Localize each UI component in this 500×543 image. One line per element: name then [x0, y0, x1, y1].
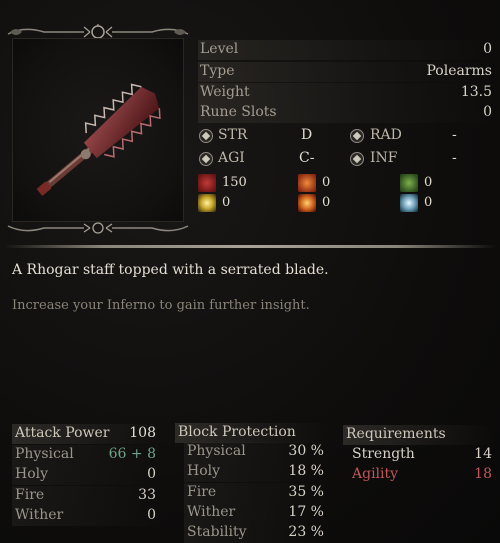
burn-value: 0 — [322, 175, 331, 190]
item-description: A Rhogar staff topped with a serrated bl… — [12, 262, 329, 278]
lightning-icon — [198, 194, 216, 212]
frost-value: 0 — [424, 195, 433, 210]
poison-icon — [400, 174, 418, 192]
attack-physical-plus: + — [130, 446, 143, 462]
requirement-row-strength: Strength 14 — [349, 445, 498, 465]
block-value: 30 % — [288, 443, 324, 459]
attack-power-header: Attack Power 108 — [12, 424, 162, 444]
attack-value: 0 — [147, 507, 156, 523]
attack-label: Physical — [15, 446, 74, 462]
scaling-rad-label: RAD — [370, 127, 402, 143]
attack-value: 33 — [138, 487, 156, 503]
scaling-agi-label: AGI — [218, 150, 245, 166]
stat-row-weight: Weight 13.5 — [198, 83, 496, 103]
requirement-value: 14 — [474, 446, 492, 462]
poison-value: 0 — [424, 175, 433, 190]
attack-power-title: Attack Power — [15, 425, 110, 441]
block-protection-title: Block Protection — [178, 424, 296, 440]
block-value: 18 % — [288, 463, 324, 479]
stat-label: Type — [200, 63, 235, 79]
requirements-header: Requirements — [343, 425, 493, 445]
blood-loss-value: 150 — [222, 175, 247, 190]
item-frame — [4, 24, 192, 236]
burn-icon — [298, 174, 316, 192]
scaling-str-value: D — [301, 127, 313, 143]
blood-loss-icon — [198, 174, 216, 192]
block-value: 17 % — [288, 504, 324, 520]
block-label: Fire — [187, 484, 217, 500]
attack-physical-value: 66 + 8 — [109, 446, 156, 462]
block-label: Holy — [187, 463, 221, 479]
stat-value: 0 — [483, 41, 492, 57]
attack-label: Fire — [15, 487, 45, 503]
block-label: Physical — [187, 443, 246, 459]
explosion-value: 0 — [322, 195, 331, 210]
requirements-title: Requirements — [346, 426, 446, 442]
attack-physical-base: 66 — [108, 446, 127, 462]
block-row-physical: Physical 30 % — [184, 442, 330, 462]
attack-value: 0 — [147, 466, 156, 482]
stat-value: 13.5 — [460, 84, 492, 100]
attack-physical-bonus: 8 — [147, 446, 156, 462]
block-row-wither: Wither 17 % — [184, 503, 330, 523]
stat-row-rune-slots: Rune Slots 0 — [198, 103, 496, 123]
requirement-row-agility: Agility 18 — [349, 465, 498, 485]
block-row-stability: Stability 23 % — [184, 523, 330, 543]
block-label: Wither — [187, 504, 236, 520]
rad-icon — [350, 129, 364, 143]
stat-value: 0 — [483, 104, 492, 120]
scaling-str-label: STR — [218, 127, 248, 143]
stat-row-type: Type Polearms — [198, 62, 496, 82]
block-row-fire: Fire 35 % — [184, 483, 330, 503]
attack-row-fire: Fire 33 — [12, 486, 162, 506]
block-label: Stability — [187, 524, 247, 540]
attack-row-physical: Physical 66 + 8 — [12, 445, 162, 465]
agi-icon — [199, 152, 213, 166]
stat-label: Rune Slots — [200, 104, 277, 120]
block-value: 35 % — [288, 484, 324, 500]
stat-label: Level — [200, 41, 239, 57]
attack-row-holy: Holy 0 — [12, 465, 162, 485]
item-detail-screen: Level 0 Type Polearms Weight 13.5 Rune S… — [0, 0, 500, 543]
scaling-inf-label: INF — [370, 150, 398, 166]
block-row-holy: Holy 18 % — [184, 462, 330, 482]
item-insight-hint: Increase your Inferno to gain further in… — [12, 298, 310, 313]
stat-row-level: Level 0 — [198, 40, 496, 60]
block-protection-header: Block Protection — [175, 423, 330, 443]
ornate-frame-bottom — [7, 222, 189, 234]
inf-icon — [350, 152, 364, 166]
block-value: 23 % — [288, 524, 324, 540]
attack-row-wither: Wither 0 — [12, 506, 162, 526]
section-divider — [4, 245, 496, 248]
scaling-inf-value: - — [452, 150, 457, 166]
scaling-agi-value: C- — [299, 150, 315, 166]
lightning-value: 0 — [222, 195, 231, 210]
attack-label: Wither — [15, 507, 64, 523]
rhogar-blade-staff-image — [36, 83, 161, 196]
requirement-value: 18 — [474, 466, 492, 482]
str-icon — [199, 129, 213, 143]
attack-label: Holy — [15, 466, 49, 482]
scaling-rad-value: - — [452, 127, 457, 143]
frost-icon — [400, 194, 418, 212]
requirement-label: Strength — [352, 446, 415, 462]
stat-value: Polearms — [426, 63, 492, 79]
attack-power-total: 108 — [129, 425, 156, 441]
explosion-icon — [298, 194, 316, 212]
requirement-label: Agility — [352, 466, 399, 482]
stat-label: Weight — [200, 84, 250, 100]
